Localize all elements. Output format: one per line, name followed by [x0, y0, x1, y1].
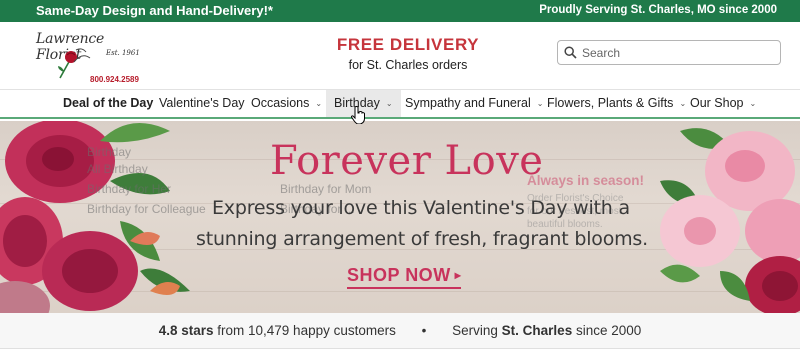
logo-phone: 800.924.2589: [90, 75, 139, 84]
promo-subtitle: for St. Charles orders: [348, 58, 468, 72]
nav-deal-of-the-day[interactable]: Deal of the Day: [63, 90, 153, 117]
nav-sympathy-and-funeral[interactable]: Sympathy and Funeral ⌄: [405, 90, 543, 117]
nav-label: Valentine's Day: [159, 96, 245, 110]
free-delivery-promo: FREE DELIVERY for St. Charles orders: [300, 35, 516, 72]
dropdown-ghost-item: Birthday for Mom: [280, 182, 372, 196]
dropdown-ghost-item: Birthday for Her: [87, 182, 172, 196]
shop-now-label: SHOP NOW: [347, 265, 451, 285]
nav-occasions[interactable]: Occasions ⌄: [251, 90, 322, 117]
serving-city: St. Charles: [501, 323, 573, 338]
hero-banner[interactable]: Birthday All Birthday Birthday for Her B…: [0, 121, 800, 313]
nav-label: Sympathy and Funeral: [405, 96, 531, 110]
announcement-right: Proudly Serving St. Charles, MO since 20…: [539, 4, 777, 16]
nav-flowers-plants-gifts[interactable]: Flowers, Plants & Gifts ⌄: [547, 90, 686, 117]
nav-our-shop[interactable]: Our Shop ⌄: [690, 90, 756, 117]
search-icon: [564, 46, 577, 59]
nav-label: Flowers, Plants & Gifts: [547, 96, 674, 110]
chevron-down-icon: ⌄: [385, 99, 393, 108]
search-box[interactable]: [557, 40, 781, 65]
nav-label: Deal of the Day: [63, 96, 154, 110]
rating-stars: 4.8 stars: [158, 323, 214, 338]
nav-valentines-day[interactable]: Valentine's Day: [159, 90, 245, 117]
serving-suffix: since 2000: [575, 323, 642, 338]
site-header: Lawrence Florist Est. 1961 800.924.2589 …: [0, 22, 800, 90]
dropdown-ghost-item: Birthday: [87, 145, 132, 159]
separator-dot: •: [421, 323, 427, 338]
lily-bouquet-right-image: [660, 128, 800, 313]
hand-cursor-icon: [351, 106, 365, 124]
nav-label: Occasions: [251, 96, 310, 110]
nav-label: Our Shop: [690, 96, 744, 110]
hero-subtitle-line2: stunning arrangement of fresh, fragrant …: [196, 228, 648, 250]
dropdown-ghost-title: Always in season!: [527, 173, 645, 188]
serving-prefix: Serving: [452, 323, 498, 338]
chevron-down-icon: ⌄: [749, 99, 757, 108]
rose-logo-icon: [58, 48, 91, 79]
dropdown-ghost-item: All Birthday: [87, 162, 148, 176]
logo[interactable]: Lawrence Florist Est. 1961 800.924.2589: [32, 28, 144, 84]
dropdown-ghost-item: Birthday for Colleague: [87, 202, 206, 216]
hero-subtitle-line1: Express your love this Valentine's Day w…: [212, 197, 630, 219]
promo-title: FREE DELIVERY: [336, 35, 480, 54]
chevron-down-icon: ⌄: [536, 99, 544, 108]
search-input[interactable]: [582, 44, 772, 62]
play-arrow-icon: ▸: [454, 268, 462, 282]
hero-title: Forever Love: [270, 138, 544, 184]
announcement-left: Same-Day Design and Hand-Delivery!*: [36, 3, 273, 18]
shop-now-button[interactable]: SHOP NOW ▸: [347, 265, 462, 289]
chevron-down-icon: ⌄: [315, 99, 323, 108]
main-nav: Deal of the Day Valentine's Day Occasion…: [0, 90, 800, 119]
logo-est: Est. 1961: [106, 49, 140, 57]
chevron-down-icon: ⌄: [679, 99, 687, 108]
trust-bar: 4.8 stars from 10,479 happy customers • …: [0, 313, 800, 349]
announcement-bar: Same-Day Design and Hand-Delivery!* Prou…: [0, 0, 800, 22]
rating-text: from 10,479 happy customers: [217, 323, 396, 338]
